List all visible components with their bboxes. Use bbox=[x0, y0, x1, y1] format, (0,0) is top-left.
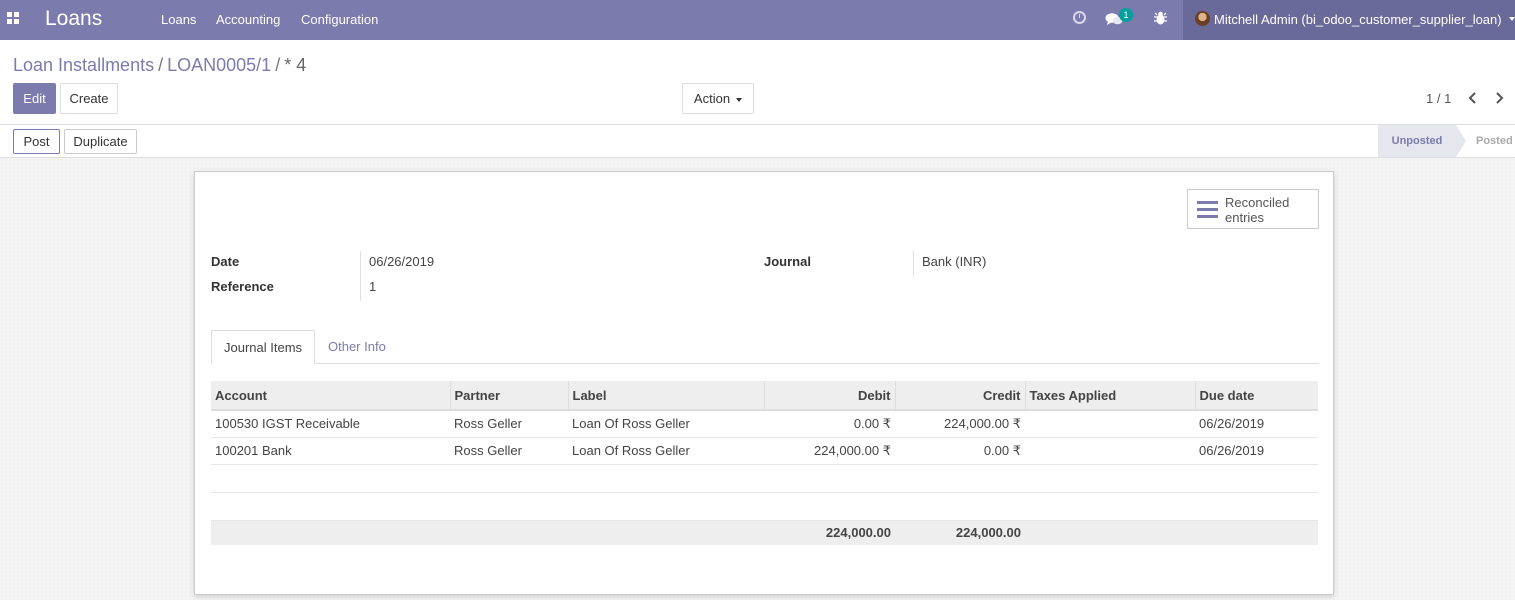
table-header-row: Account Partner Label Debit Credit Taxes… bbox=[211, 381, 1318, 411]
date-value[interactable]: 06/26/2019 bbox=[369, 254, 434, 269]
breadcrumb-separator: / bbox=[275, 55, 281, 75]
pager-value[interactable]: 1 / 1 bbox=[1426, 91, 1451, 106]
cell-debit: 224,000.00 ₹ bbox=[764, 437, 895, 465]
status-arrow bbox=[1456, 125, 1466, 157]
cell-label: Loan Of Ross Geller bbox=[568, 437, 764, 465]
column-header[interactable]: Due date bbox=[1195, 381, 1318, 411]
user-menu[interactable]: Mitchell Admin (bi_odoo_customer_supplie… bbox=[1183, 0, 1515, 40]
total-credit: 224,000.00 bbox=[895, 520, 1025, 545]
table-row[interactable]: 100530 IGST Receivable Ross Geller Loan … bbox=[211, 410, 1318, 438]
action-label: Action bbox=[693, 91, 731, 106]
reconciled-entries-label: Reconciled entries bbox=[1225, 195, 1290, 225]
activity-clock-icon[interactable] bbox=[1073, 11, 1086, 24]
field-divider bbox=[360, 251, 361, 301]
cell-partner: Ross Geller bbox=[450, 410, 568, 438]
reference-value[interactable]: 1 bbox=[369, 279, 376, 294]
apps-menu-icon[interactable] bbox=[7, 12, 19, 24]
journal-label: Journal bbox=[764, 254, 811, 269]
totals-row: 224,000.00 224,000.00 bbox=[211, 520, 1318, 545]
list-icon bbox=[1197, 201, 1218, 218]
column-header[interactable]: Label bbox=[568, 381, 765, 411]
column-header[interactable]: Account bbox=[211, 381, 451, 411]
duplicate-button[interactable]: Duplicate bbox=[64, 129, 137, 154]
cell-debit: 0.00 ₹ bbox=[764, 410, 895, 438]
caret-down-icon bbox=[736, 97, 743, 102]
cell-partner: Ross Geller bbox=[450, 437, 568, 465]
journal-value[interactable]: Bank (INR) bbox=[922, 254, 986, 269]
cell-account: 100201 Bank bbox=[211, 437, 450, 465]
pager-next-icon[interactable] bbox=[1492, 90, 1506, 106]
cell-credit: 224,000.00 ₹ bbox=[895, 410, 1025, 438]
action-dropdown[interactable]: Action bbox=[682, 83, 754, 114]
breadcrumb-record[interactable]: LOAN0005/1 bbox=[167, 55, 271, 75]
menu-configuration[interactable]: Configuration bbox=[301, 12, 378, 27]
cell-taxes bbox=[1025, 410, 1195, 438]
cell-label: Loan Of Ross Geller bbox=[568, 410, 764, 438]
column-header[interactable]: Debit bbox=[764, 381, 896, 411]
breadcrumb-loan-installments[interactable]: Loan Installments bbox=[13, 55, 154, 75]
notebook-tabs: Journal Items Other Info bbox=[211, 330, 1319, 364]
tab-journal-items[interactable]: Journal Items bbox=[211, 330, 316, 364]
breadcrumb: Loan Installments / LOAN0005/1/* 4 bbox=[13, 55, 306, 76]
chevron-down-icon bbox=[1509, 17, 1515, 21]
column-header[interactable]: Taxes Applied bbox=[1025, 381, 1196, 411]
reconciled-entries-button[interactable]: Reconciled entries bbox=[1187, 189, 1319, 229]
tab-other-info[interactable]: Other Info bbox=[316, 330, 398, 364]
menu-accounting[interactable]: Accounting bbox=[216, 12, 280, 27]
post-button[interactable]: Post bbox=[13, 129, 60, 154]
cell-account: 100530 IGST Receivable bbox=[211, 410, 450, 438]
chat-badge: 1 bbox=[1119, 8, 1133, 22]
pager-previous-icon[interactable] bbox=[1466, 90, 1480, 106]
menu-loans[interactable]: Loans bbox=[161, 12, 196, 27]
breadcrumb-separator: / bbox=[158, 55, 164, 75]
date-label: Date bbox=[211, 254, 240, 269]
empty-row bbox=[211, 492, 1318, 521]
cell-due-date: 06/26/2019 bbox=[1195, 410, 1318, 438]
reference-label: Reference bbox=[211, 279, 274, 294]
cell-credit: 0.00 ₹ bbox=[895, 437, 1025, 465]
breadcrumb-current: * 4 bbox=[284, 55, 307, 75]
user-name: Mitchell Admin (bi_odoo_customer_supplie… bbox=[1214, 12, 1502, 27]
top-navbar: Loans Loans Accounting Configuration 1 M… bbox=[0, 0, 1515, 40]
debug-bug-icon[interactable] bbox=[1154, 11, 1167, 25]
create-button[interactable]: Create bbox=[60, 83, 118, 114]
form-sheet: Reconciled entries Date 06/26/2019 Refer… bbox=[194, 171, 1334, 595]
status-unposted[interactable]: Unposted bbox=[1378, 125, 1456, 157]
table-row[interactable]: 100201 Bank Ross Geller Loan Of Ross Gel… bbox=[211, 437, 1318, 465]
column-header[interactable]: Credit bbox=[895, 381, 1026, 411]
statusbar: Post Duplicate Unposted Posted bbox=[0, 125, 1515, 158]
app-brand[interactable]: Loans bbox=[45, 7, 102, 31]
edit-button[interactable]: Edit bbox=[13, 83, 56, 114]
total-debit: 224,000.00 bbox=[764, 520, 895, 545]
empty-row bbox=[211, 464, 1318, 493]
journal-items-table: Account Partner Label Debit Credit Taxes… bbox=[211, 381, 1318, 545]
cell-due-date: 06/26/2019 bbox=[1195, 437, 1318, 465]
avatar bbox=[1195, 11, 1210, 26]
status-posted[interactable]: Posted bbox=[1476, 125, 1513, 157]
column-header[interactable]: Partner bbox=[450, 381, 569, 411]
cell-taxes bbox=[1025, 437, 1195, 465]
field-divider bbox=[913, 251, 914, 276]
